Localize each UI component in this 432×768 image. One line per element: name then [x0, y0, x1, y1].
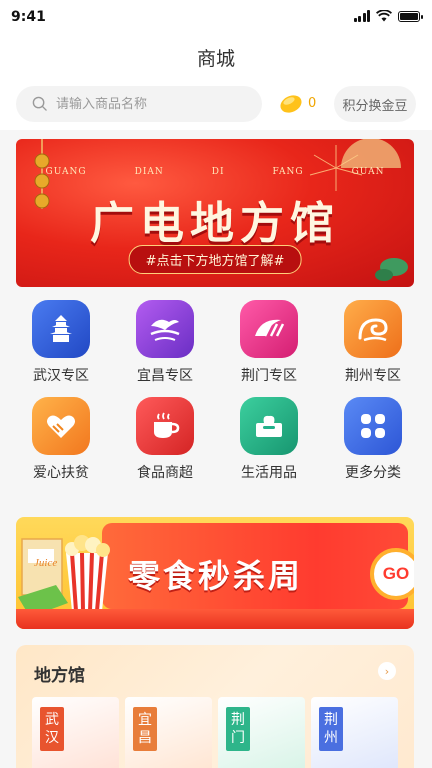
category-label: 荆州专区 [345, 368, 401, 384]
juice-box-label: Juice [34, 557, 58, 569]
signal-icon [353, 10, 370, 22]
pinyin-word: FANG [272, 167, 304, 177]
snack-flash-sale-banner[interactable]: Juice 零食秒杀周 GO [16, 517, 414, 629]
jingmen-emblem-icon [240, 300, 298, 358]
category-label: 食品商超 [137, 465, 193, 481]
local-hall-banner[interactable]: GUANG DIAN DI FANG GUAN 广电地方馆 #点击下方地方馆了解… [16, 139, 414, 287]
banner-pinyin: GUANG DIAN DI FANG GUAN [16, 167, 414, 177]
category-label: 生活用品 [241, 465, 297, 481]
chevron-right-icon[interactable]: › [378, 662, 396, 680]
search-icon [32, 96, 47, 111]
category-yichang[interactable]: 宜昌专区 [113, 300, 217, 385]
wuhan-tower-icon [32, 300, 90, 358]
battery-icon [398, 10, 423, 22]
wifi-icon [376, 10, 392, 22]
local-tile-label: 荆门 [226, 707, 250, 751]
popcorn-juice-illustration [18, 535, 110, 621]
pinyin-word: DI [211, 167, 225, 177]
status-icons [353, 10, 423, 22]
search-input[interactable] [56, 86, 246, 122]
local-tile-jingzhou[interactable]: 荆州 [311, 697, 398, 768]
category-grid: 武汉专区 宜昌专区 荆门专区 荆州专区 爱心扶贫 食品商超 生活用品 更多分类 [9, 300, 425, 482]
local-tile-wuhan[interactable]: 武汉 [32, 697, 119, 768]
local-hall-tiles: 武汉 宜昌 荆门 荆州 [32, 697, 398, 768]
category-more[interactable]: 更多分类 [321, 397, 425, 482]
coffee-cup-icon [136, 397, 194, 455]
local-hall-section: 地方馆 › 武汉 宜昌 荆门 荆州 [16, 645, 414, 768]
search-box[interactable] [16, 86, 262, 122]
promo-go-button[interactable]: GO [370, 548, 414, 600]
page-title: 商城 [196, 48, 235, 70]
category-jingzhou[interactable]: 荆州专区 [321, 300, 425, 385]
category-label: 武汉专区 [33, 368, 89, 384]
category-wuhan[interactable]: 武汉专区 [9, 300, 113, 385]
yichang-river-icon [136, 300, 194, 358]
local-tile-label: 宜昌 [133, 707, 157, 751]
exchange-points-button[interactable]: 积分换金豆 [334, 86, 416, 122]
banner-subtitle: #点击下方地方馆了解# [128, 245, 302, 274]
gold-bean-count: 0 [308, 95, 317, 111]
category-label: 荆门专区 [241, 368, 297, 384]
local-tile-yichang[interactable]: 宜昌 [125, 697, 212, 768]
category-daily-goods[interactable]: 生活用品 [217, 397, 321, 482]
pinyin-word: GUAN [351, 167, 385, 177]
pinyin-word: DIAN [134, 167, 164, 177]
gold-bean-icon [280, 95, 302, 113]
grid-more-icon [344, 397, 402, 455]
jingzhou-wave-icon [344, 300, 402, 358]
pinyin-word: GUANG [45, 167, 87, 177]
banner-title: 广电地方馆 [90, 198, 340, 249]
category-label: 爱心扶贫 [33, 465, 89, 481]
category-label: 宜昌专区 [137, 368, 193, 384]
heart-hands-icon [32, 397, 90, 455]
status-bar: 9:41 [0, 0, 432, 34]
status-time: 9:41 [11, 9, 46, 25]
promo-base [16, 609, 414, 629]
local-hall-title: 地方馆 [34, 666, 85, 686]
gold-bean-balance[interactable]: 0 [278, 90, 316, 116]
search-row: 0 积分换金豆 [16, 86, 416, 122]
local-tile-label: 荆州 [319, 707, 343, 751]
promo-title: 零食秒杀周 [128, 557, 304, 595]
category-charity[interactable]: 爱心扶贫 [9, 397, 113, 482]
local-tile-jingmen[interactable]: 荆门 [218, 697, 305, 768]
local-tile-label: 武汉 [40, 707, 64, 751]
tissue-box-icon [240, 397, 298, 455]
category-food-market[interactable]: 食品商超 [113, 397, 217, 482]
category-jingmen[interactable]: 荆门专区 [217, 300, 321, 385]
category-label: 更多分类 [345, 465, 401, 481]
plant-decoration [375, 258, 408, 281]
